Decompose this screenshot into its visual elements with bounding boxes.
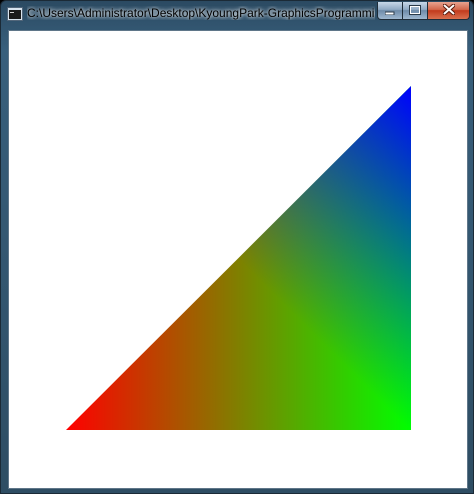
console-window: C:\Users\Administrator\Desktop\KyoungPar… [0, 0, 474, 494]
triangle-scene [66, 86, 411, 430]
minimize-button[interactable] [377, 2, 403, 20]
maximize-button[interactable] [402, 2, 428, 20]
close-button[interactable] [427, 2, 470, 20]
title-bar[interactable]: C:\Users\Administrator\Desktop\KyoungPar… [1, 1, 473, 27]
window-title: C:\Users\Administrator\Desktop\KyoungPar… [27, 6, 375, 20]
render-canvas[interactable] [9, 31, 467, 488]
minimize-icon [384, 2, 395, 20]
triangle-blue-blend [66, 86, 411, 430]
console-icon[interactable] [7, 7, 23, 21]
close-icon [442, 2, 455, 20]
maximize-icon [409, 2, 421, 20]
